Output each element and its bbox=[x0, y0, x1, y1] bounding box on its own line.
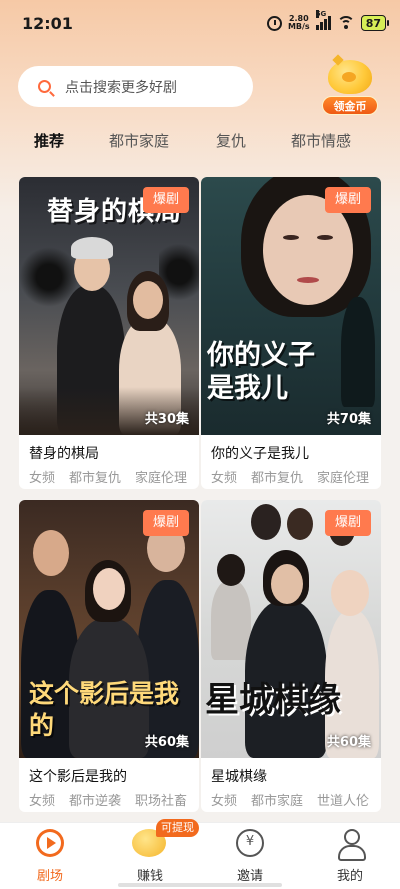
search-icon bbox=[38, 80, 51, 93]
drama-card[interactable]: 替身的棋局 爆剧 共30集 替身的棋局 女频 都市复仇 家庭伦理 bbox=[19, 177, 199, 489]
signal-icon: 5G bbox=[315, 10, 331, 30]
drama-poster: 替身的棋局 爆剧 共30集 bbox=[19, 177, 199, 435]
episode-count: 共70集 bbox=[326, 412, 371, 427]
tag: 都市家庭 bbox=[251, 794, 304, 809]
tag: 女频 bbox=[29, 794, 56, 809]
drama-title: 星城棋缘 bbox=[211, 769, 267, 785]
drama-card[interactable]: 星城棋缘 爆剧 共60集 星城棋缘 女频 都市家庭 世道人伦 bbox=[201, 500, 381, 812]
drama-tags: 女频 都市复仇 家庭伦理 bbox=[211, 467, 381, 486]
poster-title: 星城棋缘 bbox=[205, 680, 341, 720]
nav-label: 赚钱 bbox=[136, 869, 163, 884]
tab-recommended[interactable]: 推荐 bbox=[34, 130, 64, 151]
alarm-icon bbox=[266, 15, 282, 31]
drama-card[interactable]: 这个影后是我的 爆剧 共60集 这个影后是我的 女频 都市逆袭 职场社畜 bbox=[19, 500, 199, 812]
drama-tags: 女频 都市家庭 世道人伦 bbox=[211, 790, 381, 809]
search-placeholder: 点击搜索更多好剧 bbox=[65, 79, 177, 96]
theater-icon bbox=[36, 829, 64, 857]
drama-title: 替身的棋局 bbox=[29, 446, 99, 462]
collect-coins-button[interactable]: 领金币 bbox=[322, 58, 378, 116]
network-speed: 2.80 MB/s bbox=[288, 15, 310, 31]
collect-coins-label: 领金币 bbox=[322, 96, 378, 115]
hot-badge: 爆剧 bbox=[142, 510, 189, 536]
home-indicator[interactable] bbox=[118, 883, 282, 887]
drama-tags: 女频 都市复仇 家庭伦理 bbox=[29, 467, 199, 486]
tag: 家庭伦理 bbox=[135, 471, 188, 486]
gift-coin-icon bbox=[236, 829, 264, 857]
category-tabs: 推荐 都市家庭 复仇 都市情感 bbox=[0, 124, 400, 156]
hot-badge: 爆剧 bbox=[324, 187, 371, 213]
episode-count: 共30集 bbox=[144, 412, 189, 427]
tag: 都市逆袭 bbox=[69, 794, 122, 809]
tab-revenge[interactable]: 复仇 bbox=[216, 130, 246, 151]
poster-title: 你的义子是我儿 bbox=[207, 340, 315, 404]
drama-title: 这个影后是我的 bbox=[29, 769, 127, 785]
tag: 女频 bbox=[211, 471, 238, 486]
episode-count: 共60集 bbox=[144, 735, 189, 750]
tag: 都市复仇 bbox=[251, 471, 304, 486]
drama-tags: 女频 都市逆袭 职场社畜 bbox=[29, 790, 199, 809]
hot-badge: 爆剧 bbox=[324, 510, 371, 536]
drama-card[interactable]: 你的义子是我儿 爆剧 共70集 你的义子是我儿 女频 都市复仇 家庭伦理 bbox=[201, 177, 381, 489]
nav-label: 邀请 bbox=[236, 869, 263, 884]
episode-count: 共60集 bbox=[326, 735, 371, 750]
tag: 女频 bbox=[29, 471, 56, 486]
network-speed-unit: MB/s bbox=[287, 22, 310, 31]
nav-label: 我的 bbox=[336, 869, 363, 884]
drama-poster: 星城棋缘 爆剧 共60集 bbox=[201, 500, 381, 758]
tag: 家庭伦理 bbox=[317, 471, 370, 486]
drama-poster: 这个影后是我的 爆剧 共60集 bbox=[19, 500, 199, 758]
search-input[interactable]: 点击搜索更多好剧 bbox=[18, 66, 253, 107]
status-time: 12:01 bbox=[22, 13, 73, 33]
tag: 世道人伦 bbox=[317, 794, 370, 809]
drama-poster: 你的义子是我儿 爆剧 共70集 bbox=[201, 177, 381, 435]
withdraw-tag: 可提现 bbox=[156, 819, 199, 837]
battery-indicator: 87 bbox=[360, 15, 390, 31]
tab-urban-family[interactable]: 都市家庭 bbox=[109, 130, 169, 151]
tag: 女频 bbox=[211, 794, 238, 809]
hot-badge: 爆剧 bbox=[142, 187, 189, 213]
tab-urban-romance[interactable]: 都市情感 bbox=[291, 130, 351, 151]
user-icon bbox=[336, 829, 366, 861]
bottom-nav: 剧场 可提现 赚钱 邀请 我的 bbox=[0, 819, 400, 889]
signal-type: 5G bbox=[315, 10, 327, 18]
wifi-icon bbox=[336, 16, 355, 30]
tag: 都市复仇 bbox=[69, 471, 122, 486]
piggy-bank-icon bbox=[328, 60, 372, 94]
tag: 职场社畜 bbox=[135, 794, 188, 809]
drama-title: 你的义子是我儿 bbox=[211, 446, 309, 462]
nav-label: 剧场 bbox=[36, 869, 63, 884]
status-bar: 12:01 2.80 MB/s 5G 87 bbox=[0, 0, 400, 46]
